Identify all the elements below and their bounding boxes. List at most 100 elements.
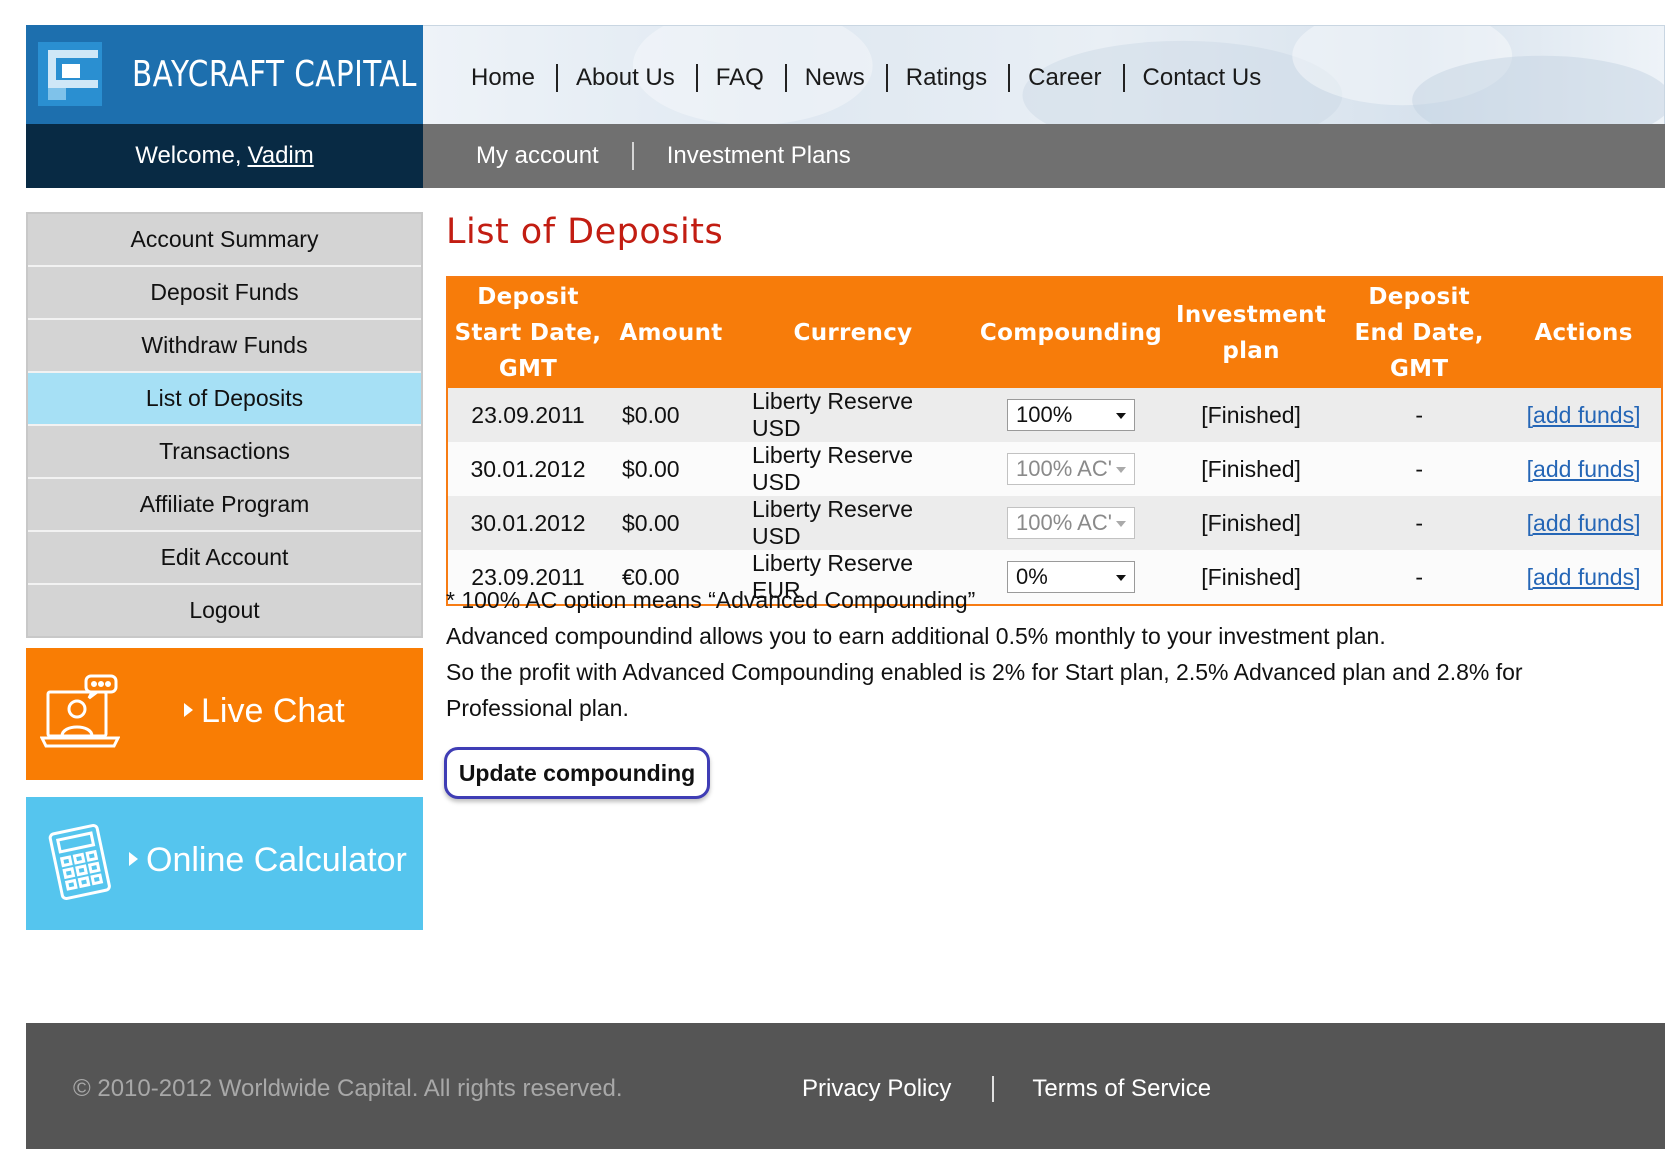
copyright-text: © 2010-2012 Worldwide Capital. All right… <box>73 1075 623 1102</box>
nav-news-link[interactable]: News <box>805 64 865 92</box>
arrow-right-icon <box>184 703 193 718</box>
header-text: GMT <box>1389 356 1449 382</box>
table-row: 23.09.2011 $0.00 Liberty Reserve USD 100… <box>447 388 1662 442</box>
cell-actions: [add funds] <box>1506 442 1662 496</box>
header-compounding: Compounding <box>972 277 1170 388</box>
note-line: Advanced compoundind allows you to earn … <box>446 623 1386 649</box>
cell-start-date: 30.01.2012 <box>447 442 608 496</box>
welcome-text: Welcome, <box>135 142 242 169</box>
sidebar-item-withdraw-funds[interactable]: Withdraw Funds <box>28 320 421 373</box>
online-calculator-text: Online Calculator <box>146 841 407 879</box>
header-start-date: Deposit Start Date, GMT <box>447 277 608 388</box>
calculator-icon <box>48 823 111 901</box>
header-text: Deposit <box>1368 284 1470 310</box>
header-text: plan <box>1222 338 1280 364</box>
sidebar-item-affiliate-program[interactable]: Affiliate Program <box>28 479 421 532</box>
cell-compounding: 100% AC' <box>972 496 1170 550</box>
cell-amount: $0.00 <box>608 442 734 496</box>
cell-start-date: 23.09.2011 <box>447 388 608 442</box>
cell-plan: [Finished] <box>1170 388 1333 442</box>
chevron-down-icon <box>1116 521 1126 527</box>
add-funds-link[interactable]: [add funds] <box>1527 510 1641 536</box>
compounding-select: 100% AC' <box>1007 507 1135 539</box>
cell-start-date: 30.01.2012 <box>447 496 608 550</box>
cell-currency: Liberty Reserve USD <box>734 442 972 496</box>
cell-amount: $0.00 <box>608 388 734 442</box>
sidebar-item-deposit-funds[interactable]: Deposit Funds <box>28 267 421 320</box>
compounding-value: 100% AC' <box>1016 510 1112 535</box>
compounding-notes: * 100% AC option means “Advanced Compoun… <box>446 582 1586 726</box>
cell-end-date: - <box>1332 388 1507 442</box>
footer: © 2010-2012 Worldwide Capital. All right… <box>26 1023 1665 1149</box>
username-link[interactable]: Vadim <box>248 142 314 170</box>
welcome-bar: Welcome, Vadim <box>26 124 423 188</box>
sidebar-item-account-summary[interactable]: Account Summary <box>28 214 421 267</box>
cell-actions: [add funds] <box>1506 388 1662 442</box>
header-amount: Amount <box>608 277 734 388</box>
logo-icon <box>38 42 102 106</box>
cell-plan: [Finished] <box>1170 496 1333 550</box>
nav-separator <box>556 64 559 92</box>
live-chat-text: Live Chat <box>201 692 345 730</box>
sub-navigation: My account Investment Plans <box>423 124 1665 188</box>
table-row: 30.01.2012 $0.00 Liberty Reserve USD 100… <box>447 496 1662 550</box>
header-actions: Actions <box>1506 277 1662 388</box>
note-line: * 100% AC option means “Advanced Compoun… <box>446 587 976 613</box>
table-row: 30.01.2012 $0.00 Liberty Reserve USD 100… <box>447 442 1662 496</box>
header-investment-plan: Investment plan <box>1170 277 1333 388</box>
sidebar-item-logout[interactable]: Logout <box>28 585 421 636</box>
deposits-table: Deposit Start Date, GMT Amount Currency … <box>446 276 1663 606</box>
header-text: GMT <box>498 356 558 382</box>
page-title: List of Deposits <box>446 212 724 252</box>
nav-about-link[interactable]: About Us <box>576 64 675 92</box>
cell-end-date: - <box>1332 496 1507 550</box>
sidebar-item-edit-account[interactable]: Edit Account <box>28 532 421 585</box>
compounding-select: 100% AC' <box>1007 453 1135 485</box>
update-compounding-button[interactable]: Update compounding <box>444 747 710 799</box>
chevron-down-icon <box>1116 575 1126 581</box>
online-calculator-button[interactable]: Online Calculator <box>26 797 423 930</box>
terms-of-service-link[interactable]: Terms of Service <box>1032 1075 1211 1103</box>
arrow-right-icon <box>129 852 138 867</box>
subnav-my-account[interactable]: My account <box>476 142 599 170</box>
sidebar-item-transactions[interactable]: Transactions <box>28 426 421 479</box>
cell-compounding: 100% <box>972 388 1170 442</box>
nav-ratings-link[interactable]: Ratings <box>906 64 987 92</box>
cell-compounding: 100% AC' <box>972 442 1170 496</box>
header-end-date: Deposit End Date, GMT <box>1332 277 1507 388</box>
nav-contact-link[interactable]: Contact Us <box>1143 64 1262 92</box>
compounding-select[interactable]: 100% <box>1007 399 1135 431</box>
note-line: So the profit with Advanced Compounding … <box>446 659 1523 721</box>
add-funds-link[interactable]: [add funds] <box>1527 456 1641 482</box>
nav-separator <box>784 64 787 92</box>
nav-career-link[interactable]: Career <box>1028 64 1101 92</box>
nav-separator <box>695 64 698 92</box>
footer-separator <box>992 1076 995 1102</box>
top-navigation: Home About Us FAQ News Ratings Career Co… <box>423 25 1665 124</box>
privacy-policy-link[interactable]: Privacy Policy <box>802 1075 951 1103</box>
header-text: Investment <box>1176 302 1327 328</box>
online-calculator-label: Online Calculator <box>129 841 407 880</box>
brand-name: BAYCRAFT CAPITAL <box>132 54 417 95</box>
chevron-down-icon <box>1116 467 1126 473</box>
header-text: End Date, <box>1354 320 1484 346</box>
table-header-row: Deposit Start Date, GMT Amount Currency … <box>447 277 1662 388</box>
subnav-investment-plans[interactable]: Investment Plans <box>667 142 851 170</box>
footer-links: Privacy Policy Terms of Service <box>802 1075 1211 1103</box>
sidebar-item-list-of-deposits[interactable]: List of Deposits <box>28 373 421 426</box>
header-text: Deposit <box>477 284 579 310</box>
compounding-value: 100% <box>1016 402 1073 427</box>
nav-separator <box>1122 64 1125 92</box>
compounding-value: 100% AC' <box>1016 456 1112 481</box>
sidebar-menu: Account Summary Deposit Funds Withdraw F… <box>26 212 423 638</box>
live-chat-button[interactable]: Live Chat <box>26 648 423 780</box>
add-funds-link[interactable]: [add funds] <box>1527 402 1641 428</box>
logo-block[interactable]: BAYCRAFT CAPITAL <box>26 25 423 124</box>
nav-home-link[interactable]: Home <box>471 64 535 92</box>
cell-actions: [add funds] <box>1506 496 1662 550</box>
live-chat-label: Live Chat <box>184 692 345 731</box>
cell-currency: Liberty Reserve USD <box>734 388 972 442</box>
cell-currency: Liberty Reserve USD <box>734 496 972 550</box>
nav-faq-link[interactable]: FAQ <box>716 64 764 92</box>
header-currency: Currency <box>734 277 972 388</box>
